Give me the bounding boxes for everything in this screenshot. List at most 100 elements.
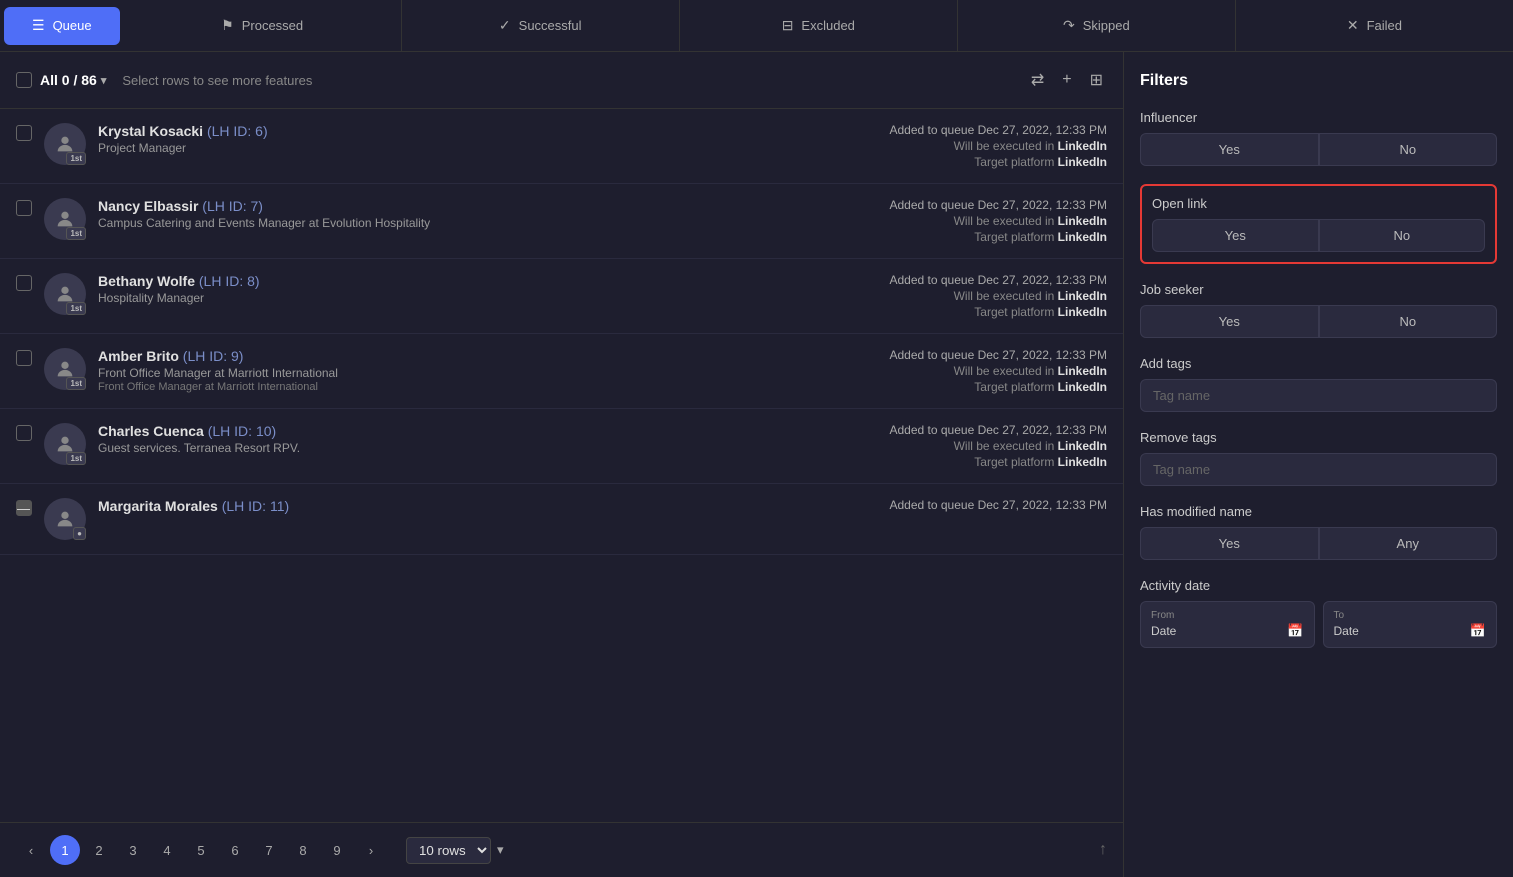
filter-icon-btn[interactable]: ⇄ bbox=[1027, 66, 1048, 94]
row-info: Amber Brito (LH ID: 9) Front Office Mana… bbox=[98, 348, 815, 393]
row-name: Nancy Elbassir (LH ID: 7) bbox=[98, 198, 815, 214]
modified-name-yes-btn[interactable]: Yes bbox=[1140, 527, 1319, 560]
scroll-top-btn[interactable]: ↑ bbox=[1099, 841, 1107, 859]
row-info: Margarita Morales (LH ID: 11) bbox=[98, 498, 815, 516]
remove-tags-label: Remove tags bbox=[1140, 430, 1497, 445]
row-subtitle: Front Office Manager at Marriott Interna… bbox=[98, 381, 815, 393]
select-all-checkbox[interactable] bbox=[16, 72, 32, 88]
tab-queue[interactable]: ☰ Queue bbox=[4, 7, 120, 45]
avatar-badge: 1st bbox=[66, 152, 86, 165]
filters-panel: Filters Influencer Yes No Open link Yes … bbox=[1123, 52, 1513, 877]
table-row[interactable]: 1st Nancy Elbassir (LH ID: 7) Campus Cat… bbox=[0, 184, 1123, 259]
row-target-platform: Target platform LinkedIn bbox=[827, 305, 1107, 319]
page-btn-5[interactable]: 5 bbox=[186, 835, 216, 865]
job-seeker-yes-btn[interactable]: Yes bbox=[1140, 305, 1319, 338]
tab-skipped[interactable]: ↷ Skipped bbox=[958, 0, 1236, 51]
filter-has-modified-name: Has modified name Yes Any bbox=[1140, 504, 1497, 560]
row-name: Bethany Wolfe (LH ID: 8) bbox=[98, 273, 815, 289]
row-checkbox[interactable] bbox=[16, 350, 32, 366]
tab-bar: ☰ Queue ⚑ Processed ✓ Successful ⊟ Exclu… bbox=[0, 0, 1513, 52]
avatar-wrap: 1st bbox=[44, 198, 86, 240]
row-executed-in: Will be executed in LinkedIn bbox=[827, 139, 1107, 153]
rows-per-page-select[interactable]: 10 rows 25 rows 50 rows bbox=[406, 837, 491, 864]
next-page-btn[interactable]: › bbox=[356, 835, 386, 865]
row-checkbox[interactable] bbox=[16, 275, 32, 291]
page-btn-3[interactable]: 3 bbox=[118, 835, 148, 865]
filter-add-tags: Add tags bbox=[1140, 356, 1497, 412]
all-count: All 0 / 86 ▾ bbox=[40, 72, 106, 88]
page-btn-9[interactable]: 9 bbox=[322, 835, 352, 865]
table-row[interactable]: 1st Charles Cuenca (LH ID: 10) Guest ser… bbox=[0, 409, 1123, 484]
to-date-value: Date bbox=[1334, 624, 1359, 638]
tab-successful[interactable]: ✓ Successful bbox=[402, 0, 680, 51]
row-title: Front Office Manager at Marriott Interna… bbox=[98, 366, 815, 380]
from-date-inner: Date 📅 bbox=[1151, 623, 1304, 639]
row-checkbox[interactable]: — bbox=[16, 500, 32, 516]
row-name: Margarita Morales (LH ID: 11) bbox=[98, 498, 815, 514]
processed-icon: ⚑ bbox=[221, 17, 234, 34]
row-date: Added to queue Dec 27, 2022, 12:33 PM bbox=[827, 423, 1107, 437]
count-chevron-icon[interactable]: ▾ bbox=[101, 74, 107, 87]
row-lh-id: (LH ID: 8) bbox=[199, 273, 260, 289]
from-date-value: Date bbox=[1151, 624, 1176, 638]
page-btn-8[interactable]: 8 bbox=[288, 835, 318, 865]
row-title: Hospitality Manager bbox=[98, 291, 815, 305]
row-date: Added to queue Dec 27, 2022, 12:33 PM bbox=[827, 198, 1107, 212]
page-btn-2[interactable]: 2 bbox=[84, 835, 114, 865]
filter-remove-tags: Remove tags bbox=[1140, 430, 1497, 486]
pagination: ‹ 123456789› 10 rows 25 rows 50 rows ▾ ↑ bbox=[0, 822, 1123, 877]
toolbar-right: ⇄ + ⊞ bbox=[1027, 66, 1107, 94]
row-title: Project Manager bbox=[98, 141, 815, 155]
filter-influencer: Influencer Yes No bbox=[1140, 110, 1497, 166]
open-link-no-btn[interactable]: No bbox=[1319, 219, 1486, 252]
skipped-icon: ↷ bbox=[1063, 17, 1075, 34]
add-tags-label: Add tags bbox=[1140, 356, 1497, 371]
open-link-yes-btn[interactable]: Yes bbox=[1152, 219, 1319, 252]
table-row[interactable]: 1st Krystal Kosacki (LH ID: 6) Project M… bbox=[0, 109, 1123, 184]
tab-failed[interactable]: ✕ Failed bbox=[1236, 0, 1513, 51]
row-lh-id: (LH ID: 9) bbox=[183, 348, 244, 364]
row-executed-in: Will be executed in LinkedIn bbox=[827, 214, 1107, 228]
row-executed-in: Will be executed in LinkedIn bbox=[827, 289, 1107, 303]
rows-chevron-icon: ▾ bbox=[497, 842, 504, 858]
avatar-wrap: 1st bbox=[44, 273, 86, 315]
tab-excluded[interactable]: ⊟ Excluded bbox=[680, 0, 958, 51]
table-body: 1st Krystal Kosacki (LH ID: 6) Project M… bbox=[0, 109, 1123, 822]
row-info: Nancy Elbassir (LH ID: 7) Campus Caterin… bbox=[98, 198, 815, 230]
page-btn-4[interactable]: 4 bbox=[152, 835, 182, 865]
add-tags-input[interactable] bbox=[1140, 379, 1497, 412]
from-date-field[interactable]: From Date 📅 bbox=[1140, 601, 1315, 648]
row-date: Added to queue Dec 27, 2022, 12:33 PM bbox=[827, 273, 1107, 287]
table-row[interactable]: 1st Amber Brito (LH ID: 9) Front Office … bbox=[0, 334, 1123, 409]
main-layout: All 0 / 86 ▾ Select rows to see more fea… bbox=[0, 52, 1513, 877]
page-btn-1[interactable]: 1 bbox=[50, 835, 80, 865]
columns-icon-btn[interactable]: ⊞ bbox=[1086, 66, 1107, 94]
avatar-badge: 1st bbox=[66, 302, 86, 315]
add-icon-btn[interactable]: + bbox=[1058, 67, 1075, 93]
tab-processed[interactable]: ⚑ Processed bbox=[124, 0, 402, 51]
modified-name-any-btn[interactable]: Any bbox=[1319, 527, 1498, 560]
page-btn-7[interactable]: 7 bbox=[254, 835, 284, 865]
avatar-badge: 1st bbox=[66, 452, 86, 465]
to-date-field[interactable]: To Date 📅 bbox=[1323, 601, 1498, 648]
date-row: From Date 📅 To Date 📅 bbox=[1140, 601, 1497, 648]
tab-failed-label: Failed bbox=[1367, 18, 1402, 33]
open-link-toggle-group: Yes No bbox=[1152, 219, 1485, 252]
prev-page-btn[interactable]: ‹ bbox=[16, 835, 46, 865]
table-row[interactable]: — ● Margarita Morales (LH ID: 11) Added … bbox=[0, 484, 1123, 555]
row-checkbox[interactable] bbox=[16, 200, 32, 216]
row-meta: Added to queue Dec 27, 2022, 12:33 PM Wi… bbox=[827, 273, 1107, 319]
count-label: All 0 / 86 bbox=[40, 72, 97, 88]
table-row[interactable]: 1st Bethany Wolfe (LH ID: 8) Hospitality… bbox=[0, 259, 1123, 334]
row-name: Charles Cuenca (LH ID: 10) bbox=[98, 423, 815, 439]
remove-tags-input[interactable] bbox=[1140, 453, 1497, 486]
influencer-yes-btn[interactable]: Yes bbox=[1140, 133, 1319, 166]
row-checkbox[interactable] bbox=[16, 125, 32, 141]
row-checkbox[interactable] bbox=[16, 425, 32, 441]
row-lh-id: (LH ID: 11) bbox=[222, 498, 289, 514]
page-btn-6[interactable]: 6 bbox=[220, 835, 250, 865]
to-calendar-icon: 📅 bbox=[1470, 623, 1486, 639]
job-seeker-no-btn[interactable]: No bbox=[1319, 305, 1498, 338]
influencer-no-btn[interactable]: No bbox=[1319, 133, 1498, 166]
has-modified-name-toggle-group: Yes Any bbox=[1140, 527, 1497, 560]
